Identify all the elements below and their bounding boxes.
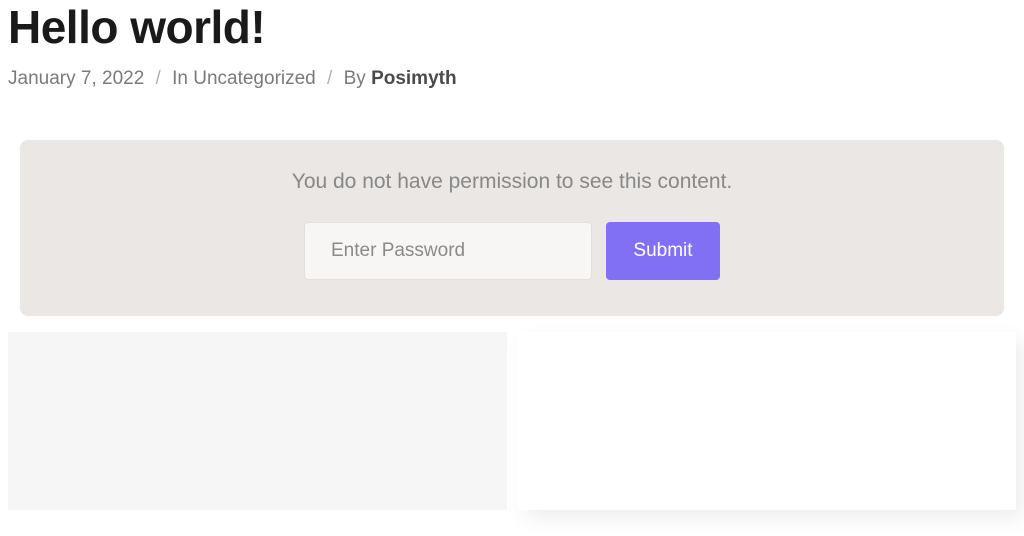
submit-button[interactable]: Submit xyxy=(606,222,720,280)
permission-message: You do not have permission to see this c… xyxy=(40,170,984,194)
password-form: Submit xyxy=(40,222,984,280)
content-panels xyxy=(0,332,1024,510)
meta-separator: / xyxy=(327,68,332,89)
post-category[interactable]: Uncategorized xyxy=(193,68,316,89)
meta-separator: / xyxy=(156,68,161,89)
password-input[interactable] xyxy=(304,222,592,280)
post-meta: January 7, 2022 / In Uncategorized / By … xyxy=(8,68,1016,90)
author-prefix: By xyxy=(344,68,371,89)
post-date: January 7, 2022 xyxy=(8,68,144,89)
right-panel xyxy=(517,332,1016,510)
protected-content-box: You do not have permission to see this c… xyxy=(20,140,1004,316)
category-prefix: In xyxy=(172,68,193,89)
page-title: Hello world! xyxy=(8,0,1016,54)
post-author[interactable]: Posimyth xyxy=(371,68,457,89)
left-panel xyxy=(8,332,507,510)
